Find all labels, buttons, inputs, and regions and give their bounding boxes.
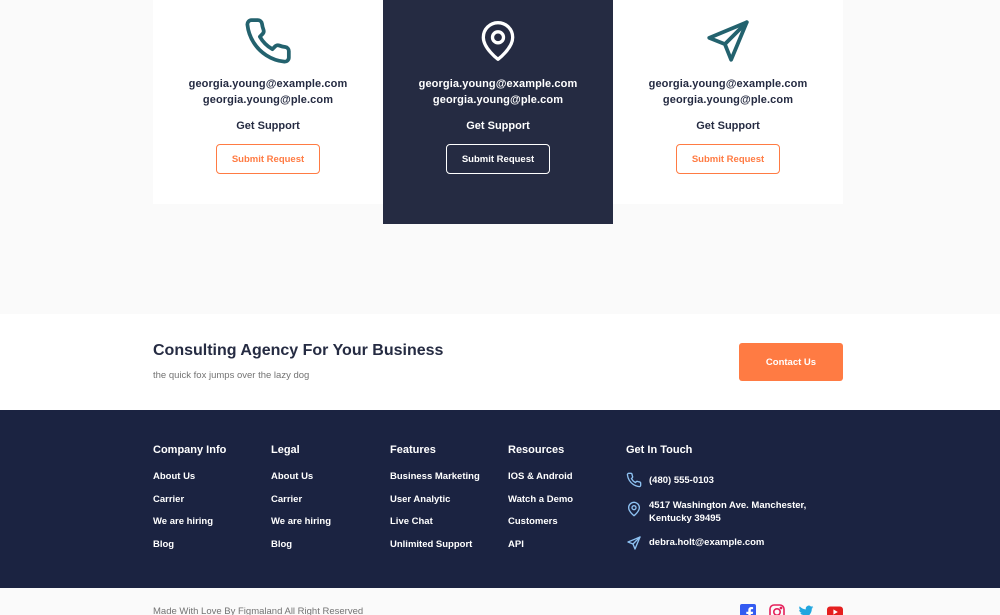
footer-link[interactable]: Blog xyxy=(153,539,226,562)
card-email-primary: georgia.young@example.com xyxy=(188,78,348,90)
twitter-icon[interactable] xyxy=(798,604,814,615)
footer-link[interactable]: Carrier xyxy=(271,494,331,517)
contact-address[interactable]: 4517 Washington Ave. Manchester, Kentuck… xyxy=(626,499,819,525)
bottom-bar: Made With Love By Figmaland All Right Re… xyxy=(0,588,1000,615)
footer-column-features: Features Business Marketing User Analyti… xyxy=(390,444,480,561)
footer-link[interactable]: About Us xyxy=(153,471,226,494)
card-email-secondary: georgia.young@ple.com xyxy=(202,94,334,106)
footer-link[interactable]: We are hiring xyxy=(153,516,226,539)
footer-link[interactable]: We are hiring xyxy=(271,516,331,539)
contact-phone[interactable]: (480) 555-0103 xyxy=(626,472,829,488)
footer-link[interactable]: Live Chat xyxy=(390,516,480,539)
contact-email-text: debra.holt@example.com xyxy=(649,537,765,548)
footer-link[interactable]: Business Marketing xyxy=(390,471,480,494)
contact-us-button[interactable]: Contact Us xyxy=(739,343,843,381)
card-support-label: Get Support xyxy=(466,120,530,132)
footer-link[interactable]: Watch a Demo xyxy=(508,494,573,517)
send-icon xyxy=(626,535,642,551)
submit-request-button[interactable]: Submit Request xyxy=(446,144,550,174)
contact-email[interactable]: debra.holt@example.com xyxy=(626,535,829,551)
cta-section: Consulting Agency For Your Business the … xyxy=(0,314,1000,410)
card-support-label: Get Support xyxy=(236,120,300,132)
cta-title: Consulting Agency For Your Business xyxy=(153,342,444,359)
footer-column-title: Get In Touch xyxy=(626,444,693,456)
footer-column-title: Resources xyxy=(508,444,565,456)
youtube-icon[interactable] xyxy=(827,604,843,615)
footer-link[interactable]: User Analytic xyxy=(390,494,480,517)
footer-link[interactable]: Blog xyxy=(271,539,331,562)
contact-phone-text: (480) 555-0103 xyxy=(649,475,714,486)
footer-link[interactable]: IOS & Android xyxy=(508,471,573,494)
footer-link[interactable]: Carrier xyxy=(153,494,226,517)
card-email-primary: georgia.young@example.com xyxy=(648,78,808,90)
footer-link[interactable]: Customers xyxy=(508,516,573,539)
location-pin-icon xyxy=(476,17,520,65)
card-email-primary: georgia.young@example.com xyxy=(418,78,578,90)
footer-column-title: Legal xyxy=(271,444,300,456)
card-support-label: Get Support xyxy=(696,120,760,132)
footer-column-title: Features xyxy=(390,444,436,456)
footer-get-in-touch: Get In Touch (480) 555-0103 4517 Washing… xyxy=(626,444,846,550)
contact-card-send: georgia.young@example.com georgia.young@… xyxy=(613,0,843,204)
social-links xyxy=(740,604,843,615)
contact-address-text: 4517 Washington Ave. Manchester, Kentuck… xyxy=(649,500,807,524)
copyright-text: Made With Love By Figmaland All Right Re… xyxy=(153,606,364,615)
contact-cards: georgia.young@example.com georgia.young@… xyxy=(153,0,843,224)
submit-request-button[interactable]: Submit Request xyxy=(216,144,320,174)
location-pin-icon xyxy=(626,499,642,519)
phone-icon xyxy=(243,17,293,65)
phone-icon xyxy=(626,472,642,488)
card-email-secondary: georgia.young@ple.com xyxy=(662,94,794,106)
contact-card-location: georgia.young@example.com georgia.young@… xyxy=(383,0,613,224)
facebook-icon[interactable] xyxy=(740,604,756,615)
footer-column-title: Company Info xyxy=(153,444,227,456)
footer-link[interactable]: About Us xyxy=(271,471,331,494)
contact-card-phone: georgia.young@example.com georgia.young@… xyxy=(153,0,383,204)
footer-link[interactable]: API xyxy=(508,539,573,562)
footer-column-resources: Resources IOS & Android Watch a Demo Cus… xyxy=(508,444,573,561)
footer-column-legal: Legal About Us Carrier We are hiring Blo… xyxy=(271,444,331,561)
submit-request-button[interactable]: Submit Request xyxy=(676,144,780,174)
instagram-icon[interactable] xyxy=(769,604,785,615)
send-icon xyxy=(703,17,753,65)
footer-column-company-info: Company Info About Us Carrier We are hir… xyxy=(153,444,226,561)
cta-subtitle: the quick fox jumps over the lazy dog xyxy=(153,370,310,381)
footer: Company Info About Us Carrier We are hir… xyxy=(0,410,1000,588)
card-email-secondary: georgia.young@ple.com xyxy=(432,94,564,106)
footer-link[interactable]: Unlimited Support xyxy=(390,539,480,562)
